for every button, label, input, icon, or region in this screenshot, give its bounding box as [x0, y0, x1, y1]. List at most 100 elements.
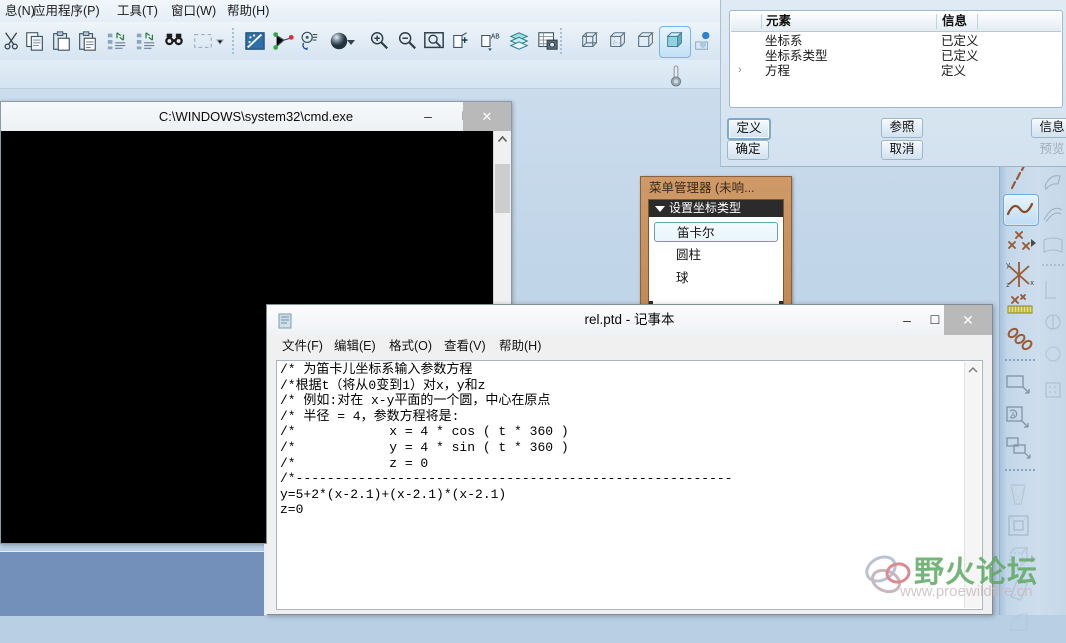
notepad-text-area[interactable]: /* 为笛卡儿坐标系输入参数方程 /*根据t（将从0变到1）对x，y和z /* …: [276, 360, 983, 610]
row-expand-marker[interactable]: ›: [738, 64, 742, 76]
shading-dropdown-icon[interactable]: [344, 27, 358, 55]
menu-manager-header[interactable]: 设置坐标类型: [649, 200, 783, 217]
feature-toolbar-rail: y z x A: [999, 160, 1040, 631]
analysis-point-icon[interactable]: [1003, 292, 1037, 322]
cosmetic-thread-icon[interactable]: [1003, 324, 1037, 354]
secondary-icon-rail: [1040, 160, 1066, 615]
curve-icon[interactable]: [1003, 194, 1039, 226]
ok-button[interactable]: 确定: [727, 140, 769, 160]
notepad-title-bar[interactable]: rel.ptd - 记事本 – ☐ ✕: [267, 305, 992, 335]
toolbar-separator-2: [560, 28, 563, 54]
menu-item-cylindrical[interactable]: 圆柱: [654, 245, 778, 265]
caret-down-icon[interactable]: [655, 206, 665, 212]
define-button[interactable]: 定义: [727, 118, 771, 140]
menu-item-help[interactable]: 帮助(H): [222, 2, 274, 20]
notepad-menu-format[interactable]: 格式(O): [385, 338, 436, 355]
elements-table: 元素 信息 坐标系 已定义 坐标系类型 已定义 › 方程 定义: [729, 10, 1063, 108]
menu-item-cartesian[interactable]: 笛卡尔: [654, 222, 778, 242]
sweep-icon[interactable]: [1003, 434, 1037, 464]
svg-text:x: x: [1030, 280, 1034, 288]
offset-surface-icon[interactable]: [1042, 234, 1064, 258]
zoom-in-icon[interactable]: [366, 27, 392, 55]
coordinate-system-icon[interactable]: y z x: [1003, 260, 1037, 290]
trim-surface-icon[interactable]: [1042, 278, 1064, 302]
cell-element-2: 方程: [765, 64, 791, 78]
no-hidden-icon[interactable]: [633, 27, 659, 55]
header-divider-1[interactable]: [761, 14, 762, 29]
paste-icon[interactable]: [48, 27, 74, 55]
notepad-window-title: rel.ptd - 记事本: [584, 312, 675, 327]
regenerate-all-icon[interactable]: [133, 27, 159, 55]
find-icon[interactable]: [161, 27, 187, 55]
datum-point-icon[interactable]: [1003, 228, 1037, 258]
preview-button: 预览: [1039, 142, 1065, 156]
shell-icon[interactable]: [1003, 544, 1037, 574]
notepad-close-button[interactable]: ✕: [944, 305, 992, 335]
notepad-menu-view[interactable]: 查看(V): [440, 338, 490, 355]
svg-text:y: y: [1006, 262, 1010, 270]
cancel-button[interactable]: 取消: [881, 140, 923, 160]
reference-button[interactable]: 参照: [881, 118, 923, 138]
rail-separator-2: [1005, 469, 1035, 475]
cmd-scrollbar-thumb[interactable]: [495, 164, 510, 213]
round-icon[interactable]: [1003, 608, 1037, 638]
cmd-title-bar[interactable]: C:\WINDOWS\system32\cmd.exe – ☐ ✕: [1, 102, 511, 131]
repaint-icon[interactable]: [242, 27, 268, 55]
reorient-icon[interactable]: [449, 27, 475, 55]
cell-element-0: 坐标系: [765, 34, 803, 48]
menu-manager-body: 设置坐标类型 笛卡尔 圆柱 球: [648, 199, 784, 305]
toolbar-separator: [232, 28, 235, 54]
scroll-up-arrow-icon[interactable]: [494, 131, 511, 148]
saved-view-icon[interactable]: AB: [477, 27, 503, 55]
menu-item-spherical[interactable]: 球: [654, 268, 778, 288]
merge-surface-icon[interactable]: [1042, 310, 1064, 334]
shaded-edges-icon[interactable]: [690, 27, 716, 55]
spin-center-icon[interactable]: [296, 27, 322, 55]
notepad-menu-file[interactable]: 文件(F): [278, 338, 327, 355]
background-panel-edge: [264, 544, 267, 615]
copy-icon[interactable]: [22, 27, 48, 55]
regenerate-icon[interactable]: [104, 27, 130, 55]
column-header-info: 信息: [942, 14, 968, 28]
zoom-out-icon[interactable]: [394, 27, 420, 55]
notepad-menu-help[interactable]: 帮助(H): [495, 338, 545, 355]
chevron-right-icon[interactable]: [1031, 239, 1036, 247]
background-panel: [0, 551, 264, 616]
feature-definition-dialog: 元素 信息 坐标系 已定义 坐标系类型 已定义 › 方程 定义 定义 确定 参照: [720, 0, 1066, 167]
header-divider-3[interactable]: [977, 14, 978, 29]
thicken-icon[interactable]: [1042, 342, 1064, 366]
refit-icon[interactable]: [421, 27, 447, 55]
scroll-up-arrow-icon-2[interactable]: [965, 362, 981, 378]
layers-icon[interactable]: [506, 27, 532, 55]
notepad-menu-edit[interactable]: 编辑(E): [330, 338, 380, 355]
extrude-icon[interactable]: [1003, 370, 1037, 400]
notepad-window: rel.ptd - 记事本 – ☐ ✕ 文件(F) 编辑(E) 格式(O) 查看…: [266, 304, 993, 615]
thermometer-icon[interactable]: [663, 60, 689, 88]
hole-icon[interactable]: [1003, 512, 1037, 542]
surface-tool-icon[interactable]: [1042, 170, 1064, 194]
header-divider-2[interactable]: [936, 14, 937, 29]
menu-item-applications[interactable]: 应用程序(P): [28, 2, 105, 20]
pattern-icon[interactable]: [1042, 378, 1064, 402]
table-header-row: 元素 信息: [731, 12, 1061, 32]
revolve-icon[interactable]: A: [1003, 402, 1037, 432]
menu-manager-title: 菜单管理器 (未响...: [649, 181, 755, 195]
cmd-minimize-button[interactable]: –: [407, 102, 449, 131]
draft-icon[interactable]: [1003, 576, 1037, 606]
shaded-icon[interactable]: [659, 26, 691, 58]
hidden-line-icon[interactable]: [605, 27, 631, 55]
view-manager-icon[interactable]: [535, 27, 561, 55]
blend-icon[interactable]: [1003, 480, 1037, 510]
cmd-close-button[interactable]: ✕: [463, 102, 511, 131]
cell-element-1: 坐标系类型: [765, 49, 828, 63]
menu-item-tools[interactable]: 工具(T): [112, 2, 163, 20]
wireframe-icon[interactable]: [577, 27, 603, 55]
boundary-blend-icon[interactable]: [1042, 202, 1064, 226]
datum-display-icon[interactable]: [270, 27, 296, 55]
paste-special-icon[interactable]: [74, 27, 100, 55]
notepad-vertical-scrollbar[interactable]: [964, 362, 981, 608]
chevron-right-icon-2[interactable]: [1031, 555, 1036, 563]
menu-item-window[interactable]: 窗口(W): [166, 2, 221, 20]
info-button[interactable]: 信息: [1031, 118, 1066, 138]
select-dropdown-icon[interactable]: [212, 27, 228, 55]
